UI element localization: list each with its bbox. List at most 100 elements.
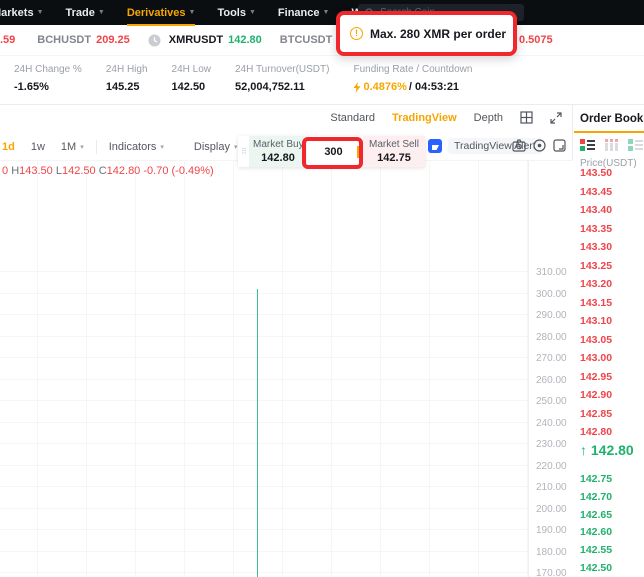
gridline (0, 443, 528, 444)
candlestick-plot[interactable] (0, 161, 528, 577)
market-sell-price: 142.75 (377, 152, 411, 164)
ask-price-row[interactable]: 143.40 (580, 204, 612, 216)
interval-1d-button[interactable]: 1d (0, 141, 23, 153)
bid-price-row[interactable]: 142.70 (580, 491, 612, 503)
ticker-symbol-btcusdt[interactable]: BTCUSDT (280, 34, 333, 46)
gridline (0, 422, 528, 423)
top-nav-bar: Markets▼ Trade▼ Derivatives▼ Tools▼ Finance▼… (0, 0, 644, 26)
axis-tick-label: 220.00 (536, 461, 567, 472)
ask-price-row[interactable]: 143.30 (580, 241, 612, 253)
axis-tick-label: 300.00 (536, 289, 567, 300)
interval-1m-button[interactable]: 1M ▾ (53, 141, 92, 153)
ticker-symbol-xmrusdt[interactable]: XMRUSDT (169, 34, 223, 46)
gridline (135, 161, 136, 577)
ask-price-row[interactable]: 143.50 (580, 167, 612, 179)
axis-tick-label: 260.00 (536, 375, 567, 386)
stat-24h-turnover-value: 52,004,752.11 (235, 81, 305, 93)
order-qty-input[interactable] (311, 145, 359, 158)
ticker-symbol-bchusdt[interactable]: BCHUSDT (37, 34, 91, 46)
gridline (0, 379, 528, 380)
screenshot-icon[interactable] (553, 139, 566, 152)
market-buy-button[interactable]: Market Buy 142.80 (249, 136, 307, 167)
ask-price-row[interactable]: 142.80 (580, 426, 612, 438)
tab-tradingview[interactable]: TradingView (392, 112, 457, 124)
price-axis[interactable]: 310.00 300.00 290.00 280.00 270.00 260.00 250.… (528, 161, 573, 577)
gridline (0, 314, 528, 315)
stat-24h-change-value: -1.65% (14, 81, 49, 93)
book-view-depth-icon[interactable] (604, 139, 619, 151)
gridline (233, 161, 234, 577)
stat-24h-high-value: 145.25 (105, 81, 140, 93)
axis-tick-label: 270.00 (536, 353, 567, 364)
chart-region: Standard TradingView Depth 1d 1w 1M ▾ Ind… (0, 105, 573, 577)
bid-price-row[interactable]: 142.65 (580, 509, 612, 521)
axis-tick-label: 280.00 (536, 332, 567, 343)
bid-price-row[interactable]: 142.50 (580, 562, 612, 574)
book-view-both-icon[interactable] (580, 139, 595, 151)
chevron-down-icon: ▼ (248, 9, 256, 16)
gridline (0, 486, 528, 487)
quick-trade-widget: ⠿ Market Buy 142.80 Market Sell 142.75 (238, 136, 425, 167)
nav-item-finance[interactable]: Finance ▼ (278, 7, 330, 19)
bid-price-row[interactable]: 142.75 (580, 473, 612, 485)
nav-item-tools[interactable]: Tools ▼ (217, 7, 255, 19)
book-view-bids-icon[interactable] (628, 139, 643, 151)
ticker-partial-left: .59 (0, 34, 16, 46)
nav-item-markets[interactable]: Markets▼ (0, 7, 44, 19)
ask-price-row[interactable]: 143.25 (580, 260, 612, 272)
ask-price-row[interactable]: 143.15 (580, 297, 612, 309)
ask-price-row[interactable]: 143.05 (580, 334, 612, 346)
drag-handle-icon[interactable]: ⠿ (238, 136, 249, 167)
ask-price-row[interactable]: 142.95 (580, 371, 612, 383)
ask-price-row[interactable]: 143.35 (580, 223, 612, 235)
grid-layout-icon[interactable] (520, 111, 533, 124)
order-book-title: Order Book (580, 113, 644, 125)
gridline (0, 465, 528, 466)
record-icon[interactable] (533, 139, 546, 152)
ask-price-row[interactable]: 142.85 (580, 408, 612, 420)
ask-price-row[interactable]: 143.20 (580, 278, 612, 290)
expand-icon[interactable] (550, 111, 562, 124)
ticker-strip: .59 BCHUSDT 209.25 XMRUSDT 142.80 BTCUSD… (0, 25, 644, 56)
tab-standard[interactable]: Standard (330, 112, 375, 124)
chevron-down-icon: ▼ (322, 9, 330, 16)
ask-price-row[interactable]: 143.10 (580, 315, 612, 327)
trading-app-window: Markets▼ Trade▼ Derivatives▼ Tools▼ Finance▼… (0, 0, 644, 577)
interval-1w-button[interactable]: 1w (23, 141, 53, 153)
ticker-partial-right: 0.5075 (519, 34, 553, 46)
chevron-down-icon: ▼ (188, 9, 196, 16)
axis-tick-label: 170.00 (536, 568, 567, 577)
gridline (0, 400, 528, 401)
nav-item-trade[interactable]: Trade ▼ (66, 7, 105, 19)
nav-item-derivatives[interactable]: Derivatives ▼ (126, 7, 196, 26)
ask-price-row[interactable]: 143.00 (580, 352, 612, 364)
market-buy-price: 142.80 (261, 152, 295, 164)
ask-price-row[interactable]: 142.90 (580, 389, 612, 401)
stat-24h-low: 24H Low 142.50 (171, 64, 211, 93)
funding-rate-value: 0.4876% (363, 81, 407, 93)
order-book-panel: Order Book Price(USDT) 143.50 143.45 143… (574, 105, 644, 577)
bid-price-row[interactable]: 142.55 (580, 544, 612, 556)
indicators-button[interactable]: Indicators ▾ (101, 141, 172, 153)
order-book-tab-underline (574, 131, 644, 133)
tradingview-logo-icon (428, 139, 442, 153)
gridline (0, 572, 528, 573)
camera-icon[interactable] (512, 139, 526, 152)
toolbar-divider (95, 139, 97, 154)
axis-tick-label: 290.00 (536, 310, 567, 321)
ticker-price-bchusdt: 209.25 (96, 34, 130, 46)
gridline (0, 357, 528, 358)
market-sell-button[interactable]: Market Sell 142.75 (363, 136, 425, 167)
chart-view-tabs: Standard TradingView Depth (330, 111, 562, 124)
gridline (0, 551, 528, 552)
gridline (380, 161, 381, 577)
funding-countdown-value: / 04:53:21 (408, 81, 460, 93)
display-button[interactable]: Display ▾ (186, 141, 246, 153)
gridline (184, 161, 185, 577)
tab-depth[interactable]: Depth (474, 112, 503, 124)
stat-24h-low-value: 142.50 (171, 81, 206, 93)
tooltip-text: Max. 280 XMR per order (370, 26, 507, 41)
gridline (0, 293, 528, 294)
bid-price-row[interactable]: 142.60 (580, 526, 612, 538)
ask-price-row[interactable]: 143.45 (580, 186, 612, 198)
